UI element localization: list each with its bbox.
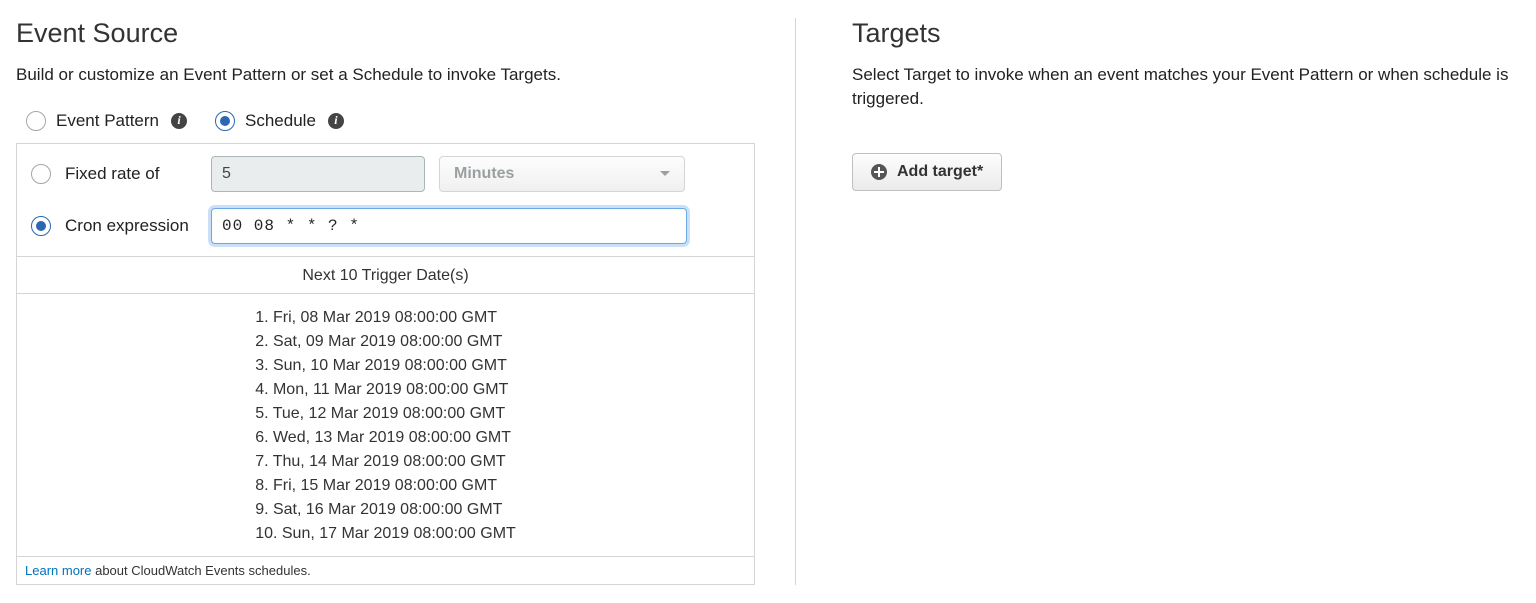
next-trigger-dates-block: 1. Fri, 08 Mar 2019 08:00:00 GMT2. Sat, … xyxy=(17,293,754,556)
info-icon[interactable]: i xyxy=(328,113,344,129)
add-target-label: Add target* xyxy=(897,163,983,181)
event-source-description: Build or customize an Event Pattern or s… xyxy=(16,63,755,87)
learn-more-link[interactable]: Learn more xyxy=(25,563,91,578)
targets-title: Targets xyxy=(852,18,1520,49)
trigger-date-item: 4. Mon, 11 Mar 2019 08:00:00 GMT xyxy=(255,378,516,402)
info-icon[interactable]: i xyxy=(171,113,187,129)
fixed-rate-row: Fixed rate of Minutes xyxy=(17,144,754,204)
add-target-button[interactable]: Add target* xyxy=(852,153,1002,191)
plus-circle-icon xyxy=(871,164,887,180)
trigger-date-item: 2. Sat, 09 Mar 2019 08:00:00 GMT xyxy=(255,330,516,354)
radio-schedule[interactable]: Schedule i xyxy=(215,111,344,131)
radio-icon xyxy=(215,111,235,131)
trigger-date-item: 10. Sun, 17 Mar 2019 08:00:00 GMT xyxy=(255,522,516,546)
radio-label: Event Pattern xyxy=(56,111,159,131)
trigger-date-item: 7. Thu, 14 Mar 2019 08:00:00 GMT xyxy=(255,450,516,474)
trigger-date-item: 9. Sat, 16 Mar 2019 08:00:00 GMT xyxy=(255,498,516,522)
chevron-down-icon xyxy=(660,171,670,176)
radio-label: Schedule xyxy=(245,111,316,131)
next-trigger-dates-header: Next 10 Trigger Date(s) xyxy=(17,256,754,293)
cron-row: Cron expression xyxy=(17,204,754,256)
fixed-rate-value-input[interactable] xyxy=(211,156,425,192)
trigger-date-item: 6. Wed, 13 Mar 2019 08:00:00 GMT xyxy=(255,426,516,450)
cron-expression-input[interactable] xyxy=(211,208,687,244)
trigger-date-item: 5. Tue, 12 Mar 2019 08:00:00 GMT xyxy=(255,402,516,426)
trigger-date-item: 1. Fri, 08 Mar 2019 08:00:00 GMT xyxy=(255,306,516,330)
select-value: Minutes xyxy=(454,165,514,183)
trigger-dates-list: 1. Fri, 08 Mar 2019 08:00:00 GMT2. Sat, … xyxy=(255,306,516,546)
radio-icon xyxy=(26,111,46,131)
targets-section: Targets Select Target to invoke when an … xyxy=(796,18,1520,585)
event-source-section: Event Source Build or customize an Event… xyxy=(16,18,796,585)
source-mode-radio-group: Event Pattern i Schedule i xyxy=(26,111,755,131)
fixed-rate-unit-select[interactable]: Minutes xyxy=(439,156,685,192)
trigger-date-item: 8. Fri, 15 Mar 2019 08:00:00 GMT xyxy=(255,474,516,498)
targets-description: Select Target to invoke when an event ma… xyxy=(852,63,1520,111)
radio-event-pattern[interactable]: Event Pattern i xyxy=(26,111,187,131)
radio-cron-expression[interactable] xyxy=(31,216,51,236)
cron-label: Cron expression xyxy=(65,216,197,236)
event-source-title: Event Source xyxy=(16,18,755,49)
footer-text: about CloudWatch Events schedules. xyxy=(91,563,310,578)
radio-fixed-rate[interactable] xyxy=(31,164,51,184)
schedule-footer: Learn more about CloudWatch Events sched… xyxy=(17,556,754,584)
fixed-rate-label: Fixed rate of xyxy=(65,164,197,184)
trigger-date-item: 3. Sun, 10 Mar 2019 08:00:00 GMT xyxy=(255,354,516,378)
schedule-panel: Fixed rate of Minutes Cron expression Ne… xyxy=(16,143,755,585)
